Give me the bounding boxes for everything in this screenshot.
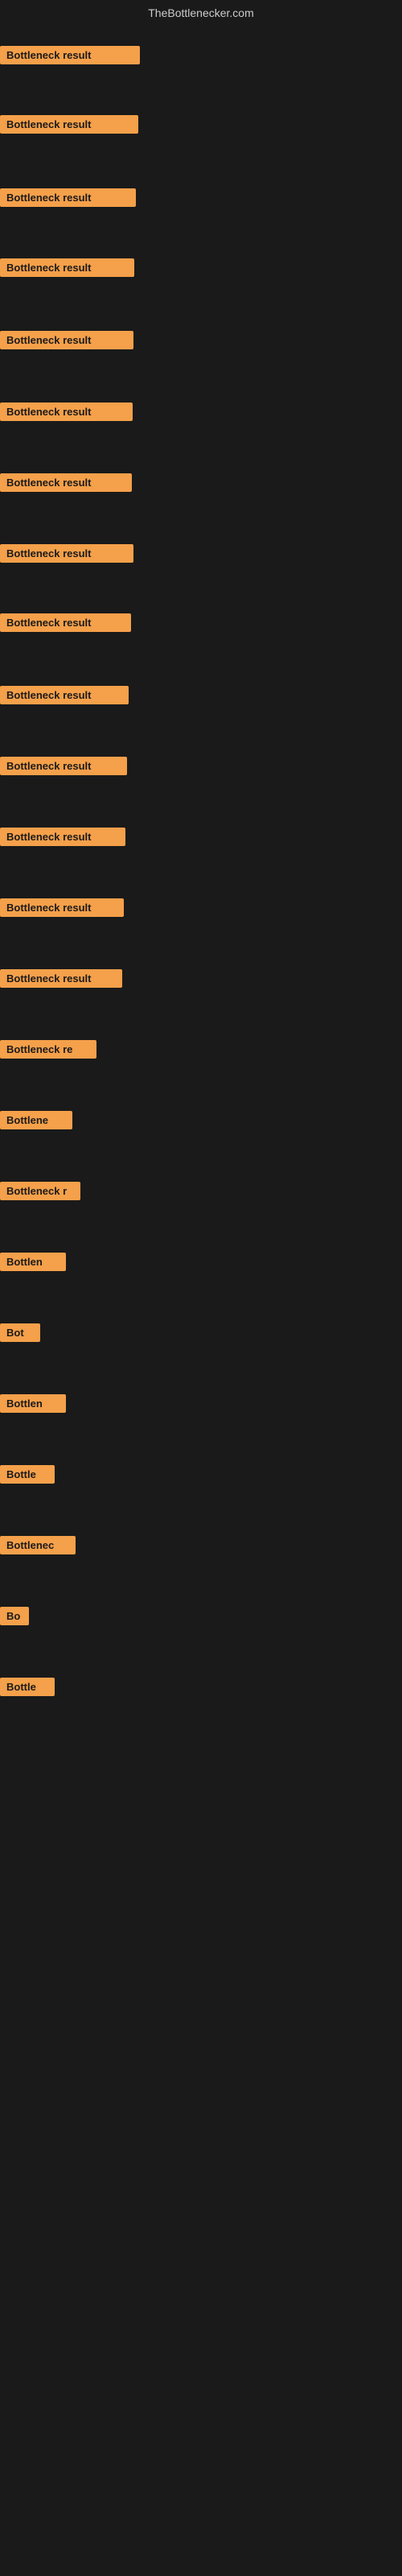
bottleneck-result-18: Bottlen bbox=[0, 1253, 66, 1271]
bottleneck-result-15: Bottleneck re bbox=[0, 1040, 96, 1059]
bottleneck-result-11: Bottleneck result bbox=[0, 757, 127, 775]
bottleneck-result-13: Bottleneck result bbox=[0, 898, 124, 917]
bottleneck-result-14: Bottleneck result bbox=[0, 969, 122, 988]
bottleneck-result-8: Bottleneck result bbox=[0, 544, 133, 563]
bottleneck-result-4: Bottleneck result bbox=[0, 258, 134, 277]
bottleneck-result-1: Bottleneck result bbox=[0, 46, 140, 64]
bottleneck-result-10: Bottleneck result bbox=[0, 686, 129, 704]
bottleneck-result-12: Bottleneck result bbox=[0, 828, 125, 846]
bottleneck-result-5: Bottleneck result bbox=[0, 331, 133, 349]
bottleneck-result-22: Bottlenec bbox=[0, 1536, 76, 1554]
bottleneck-result-3: Bottleneck result bbox=[0, 188, 136, 207]
bottleneck-result-19: Bot bbox=[0, 1323, 40, 1342]
site-title: TheBottlenecker.com bbox=[148, 6, 254, 19]
bottleneck-result-7: Bottleneck result bbox=[0, 473, 132, 492]
bottleneck-result-21: Bottle bbox=[0, 1465, 55, 1484]
bottleneck-result-23: Bo bbox=[0, 1607, 29, 1625]
bottleneck-result-2: Bottleneck result bbox=[0, 115, 138, 134]
bottleneck-result-24: Bottle bbox=[0, 1678, 55, 1696]
bottleneck-result-17: Bottleneck r bbox=[0, 1182, 80, 1200]
bottleneck-result-6: Bottleneck result bbox=[0, 402, 133, 421]
bottleneck-result-9: Bottleneck result bbox=[0, 613, 131, 632]
bottleneck-result-16: Bottlene bbox=[0, 1111, 72, 1129]
bottleneck-result-20: Bottlen bbox=[0, 1394, 66, 1413]
site-header: TheBottlenecker.com bbox=[0, 0, 402, 29]
